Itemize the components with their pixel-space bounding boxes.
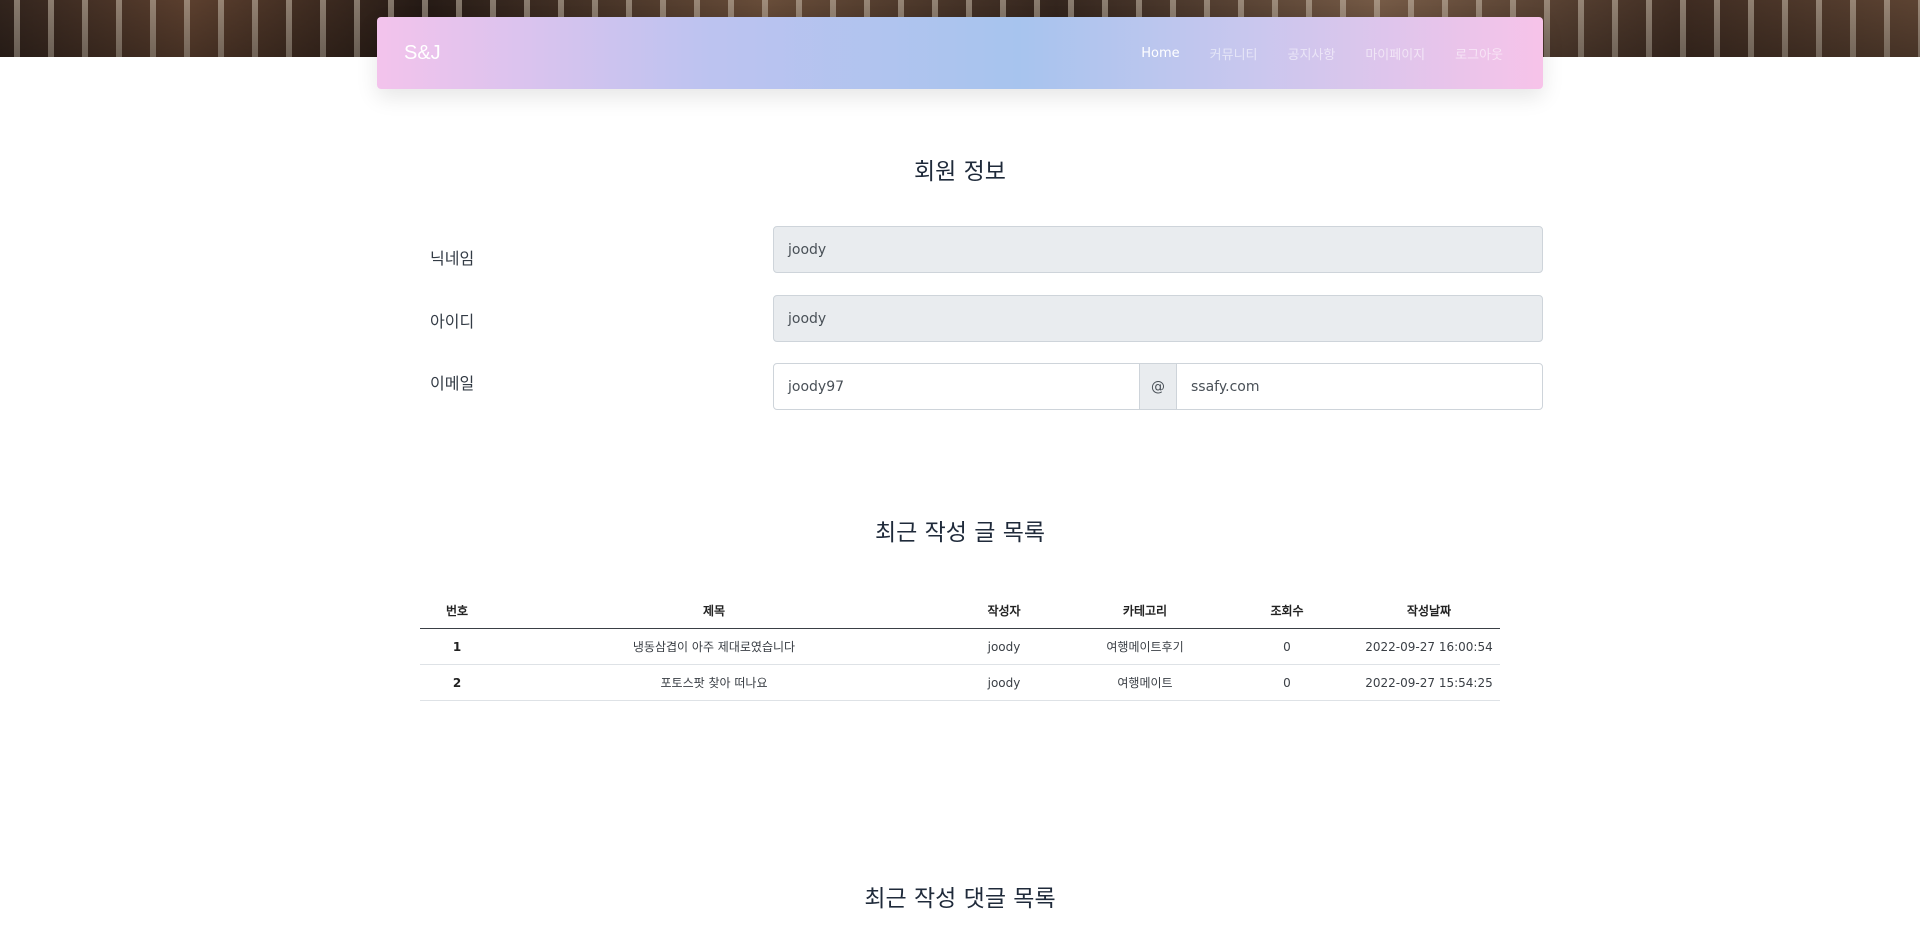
navbar: S&J Home 커뮤니티 공지사항 마이페이지 로그아웃 — [377, 17, 1543, 89]
id-label: 아이디 — [430, 312, 475, 331]
nav-logout[interactable]: 로그아웃 — [1455, 44, 1503, 63]
id-field[interactable]: joody — [773, 295, 1543, 342]
nickname-field[interactable]: joody — [773, 226, 1543, 273]
recent-posts-table: 번호 제목 작성자 카테고리 조회수 작성날짜 1 냉동삼겹이 아주 제대로였습… — [420, 592, 1500, 701]
nav-mypage[interactable]: 마이페이지 — [1365, 44, 1425, 63]
nav-notice[interactable]: 공지사항 — [1288, 44, 1336, 63]
brand-logo[interactable]: S&J — [404, 42, 441, 65]
email-local-field[interactable]: joody97 — [773, 363, 1140, 410]
column-header-views: 조회수 — [1216, 592, 1358, 629]
post-author: joody — [934, 664, 1074, 701]
recent-comments-title: 최근 작성 댓글 목록 — [864, 886, 1056, 912]
column-header-category: 카테고리 — [1074, 592, 1216, 629]
nav-community[interactable]: 커뮤니티 — [1210, 44, 1258, 63]
table-row[interactable]: 1 냉동삼겹이 아주 제대로였습니다 joody 여행메이트후기 0 2022-… — [420, 628, 1500, 665]
table-header-row: 번호 제목 작성자 카테고리 조회수 작성날짜 — [420, 592, 1500, 629]
post-number: 2 — [420, 664, 494, 701]
email-at-addon: @ — [1139, 363, 1177, 410]
post-views: 0 — [1216, 664, 1358, 701]
post-author: joody — [934, 628, 1074, 665]
table-row[interactable]: 2 포토스팟 찾아 떠나요 joody 여행메이트 0 2022-09-27 1… — [420, 664, 1500, 701]
column-header-number: 번호 — [420, 592, 494, 629]
column-header-author: 작성자 — [934, 592, 1074, 629]
post-title-link[interactable]: 냉동삼겹이 아주 제대로였습니다 — [494, 628, 934, 665]
post-number: 1 — [420, 628, 494, 665]
post-category: 여행메이트후기 — [1074, 628, 1216, 665]
nav-links: Home 커뮤니티 공지사항 마이페이지 로그아웃 — [1111, 17, 1503, 89]
nickname-label: 닉네임 — [430, 249, 475, 268]
post-category: 여행메이트 — [1074, 664, 1216, 701]
nav-home[interactable]: Home — [1141, 46, 1179, 61]
post-date: 2022-09-27 15:54:25 — [1358, 664, 1500, 701]
profile-title: 회원 정보 — [914, 159, 1006, 185]
email-label: 이메일 — [430, 374, 475, 393]
post-date: 2022-09-27 16:00:54 — [1358, 628, 1500, 665]
column-header-title: 제목 — [494, 592, 934, 629]
post-views: 0 — [1216, 628, 1358, 665]
email-domain-field[interactable]: ssafy.com — [1176, 363, 1543, 410]
post-title-link[interactable]: 포토스팟 찾아 떠나요 — [494, 664, 934, 701]
column-header-date: 작성날짜 — [1358, 592, 1500, 629]
recent-posts-title: 최근 작성 글 목록 — [874, 520, 1046, 546]
